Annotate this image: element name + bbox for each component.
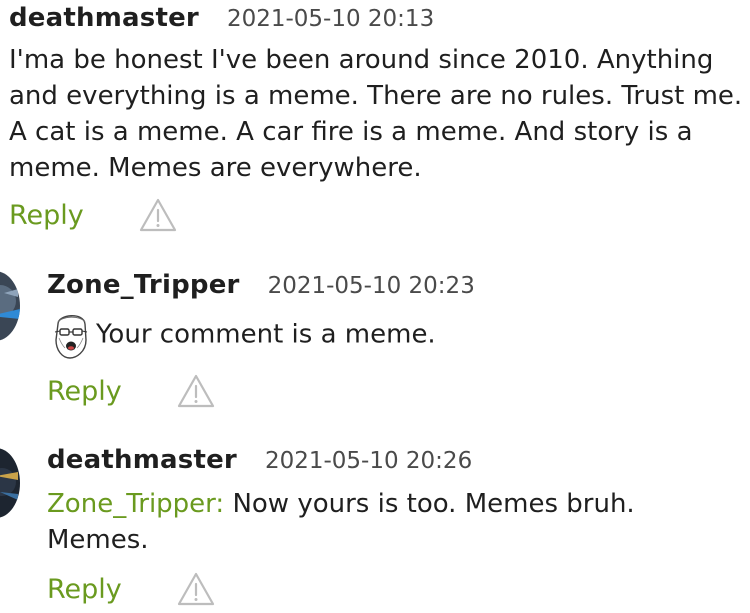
comment-text-row: Zone_Tripper: Now yours is too. Memes br… (47, 486, 697, 558)
wojak-face-icon (50, 310, 92, 360)
reply-button[interactable]: Reply (47, 574, 122, 605)
reply-button[interactable]: Reply (47, 376, 122, 407)
username[interactable]: deathmaster (47, 445, 237, 475)
comment-actions: Reply (47, 572, 215, 606)
timestamp: 2021-05-10 20:13 (226, 6, 435, 32)
comment-2: Zone_Tripper 2021-05-10 20:23 Your commen… (0, 265, 750, 425)
comment-3: deathmaster 2021-05-10 20:26 Zone_Tripper… (0, 440, 750, 613)
comment-1: deathmaster 2021-05-10 20:13 I'ma be hone… (0, 0, 750, 240)
warning-triangle-icon[interactable] (177, 374, 215, 408)
comment-text: I'ma be honest I've been around since 20… (9, 45, 743, 183)
comment-header: Zone_Tripper 2021-05-10 20:23 (47, 272, 475, 298)
comment-header: deathmaster 2021-05-10 20:13 (9, 5, 434, 31)
timestamp: 2021-05-10 20:23 (267, 273, 475, 299)
comment-actions: Reply (9, 198, 177, 232)
reply-button[interactable]: Reply (9, 200, 84, 231)
timestamp: 2021-05-10 20:26 (264, 448, 473, 474)
username[interactable]: Zone_Tripper (47, 270, 240, 300)
comment-actions: Reply (47, 374, 215, 408)
comment-text: Your comment is a meme. (96, 319, 436, 350)
warning-triangle-icon[interactable] (177, 572, 215, 606)
comment-text-row: Your comment is a meme. (50, 310, 740, 360)
mention-link[interactable]: Zone_Tripper: (47, 489, 224, 519)
username[interactable]: deathmaster (9, 3, 199, 33)
comment-header: deathmaster 2021-05-10 20:26 (47, 447, 472, 473)
warning-triangle-icon[interactable] (139, 198, 177, 232)
